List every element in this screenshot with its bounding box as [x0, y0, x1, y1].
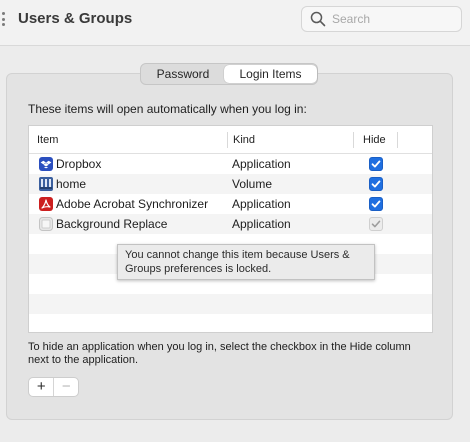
item-kind: Volume	[232, 177, 273, 191]
tab-login-items[interactable]: Login Items	[224, 65, 317, 83]
column-divider[interactable]	[353, 132, 354, 148]
add-remove-control: + −	[28, 377, 79, 397]
table-header: Item Kind Hide	[29, 126, 432, 154]
acrobat-icon	[39, 197, 53, 211]
item-kind: Application	[232, 197, 291, 211]
add-item-button[interactable]: +	[29, 378, 53, 396]
column-header-kind[interactable]: Kind	[233, 126, 255, 154]
item-name: Background Replace	[56, 217, 168, 231]
item-name: Dropbox	[56, 157, 102, 171]
item-kind: Application	[232, 217, 291, 231]
tab-password[interactable]: Password	[142, 65, 224, 83]
column-header-item[interactable]: Item	[37, 126, 58, 154]
search-icon	[310, 11, 326, 27]
hide-checkbox[interactable]	[369, 217, 383, 231]
table-row[interactable]: Dropbox Application	[29, 154, 432, 174]
hide-checkbox[interactable]	[369, 177, 383, 191]
login-items-table: Item Kind Hide Dropbox Application home …	[28, 125, 433, 333]
table-row[interactable]: Background Replace Application	[29, 214, 432, 234]
item-name: Adobe Acrobat Synchronizer	[56, 197, 209, 211]
search-input[interactable]	[332, 10, 456, 28]
window-title: Users & Groups	[18, 10, 133, 27]
column-divider[interactable]	[227, 132, 228, 148]
hide-checkbox[interactable]	[369, 197, 383, 211]
search-field[interactable]	[301, 6, 462, 32]
column-header-hide[interactable]: Hide	[363, 126, 386, 154]
network-volume-icon	[39, 177, 53, 191]
empty-row	[29, 314, 432, 332]
help-text: To hide an application when you log in, …	[28, 341, 411, 366]
tab-bar: Password Login Items	[140, 63, 318, 85]
login-items-intro: These items will open automatically when…	[28, 102, 307, 116]
column-divider[interactable]	[397, 132, 398, 148]
toolbar: Users & Groups	[0, 0, 470, 46]
item-kind: Application	[232, 157, 291, 171]
generic-app-icon	[39, 217, 53, 231]
locked-tooltip: You cannot change this item because User…	[117, 244, 375, 280]
hide-checkbox[interactable]	[369, 157, 383, 171]
item-name: home	[56, 177, 87, 191]
checkmark-icon	[371, 180, 381, 188]
checkmark-icon	[371, 220, 381, 228]
dropbox-icon	[39, 157, 53, 171]
table-row[interactable]: home Volume	[29, 174, 432, 194]
checkmark-icon	[371, 200, 381, 208]
checkmark-icon	[371, 160, 381, 168]
drag-grip-icon[interactable]	[2, 12, 6, 26]
remove-item-button[interactable]: −	[53, 378, 78, 396]
empty-row	[29, 294, 432, 314]
table-row[interactable]: Adobe Acrobat Synchronizer Application	[29, 194, 432, 214]
